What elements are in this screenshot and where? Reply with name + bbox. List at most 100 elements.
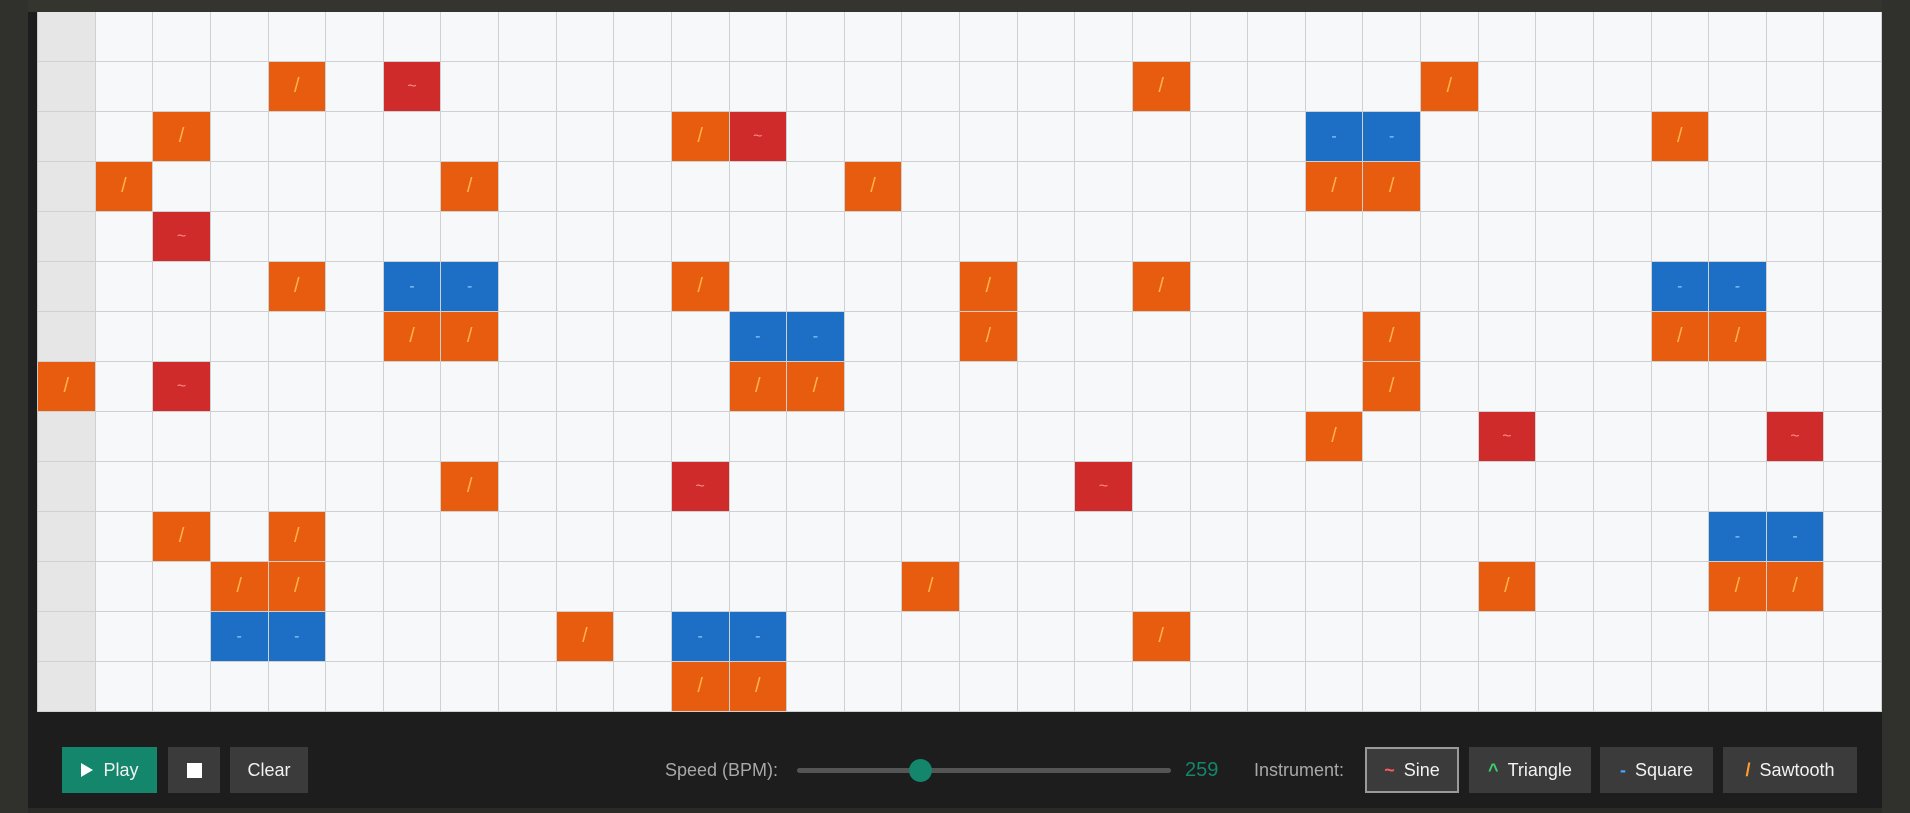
grid-cell[interactable] — [1478, 312, 1537, 362]
grid-cell[interactable] — [1017, 212, 1076, 262]
grid-cell[interactable] — [1190, 262, 1249, 312]
grid-cell[interactable] — [1824, 462, 1882, 512]
grid-cell[interactable] — [1363, 662, 1421, 712]
grid-cell[interactable] — [1709, 362, 1767, 412]
grid-cell[interactable] — [1824, 262, 1882, 312]
grid-cell[interactable] — [1593, 412, 1652, 462]
grid-cell[interactable] — [1536, 612, 1594, 662]
grid-cell[interactable] — [1248, 162, 1306, 212]
grid-cell[interactable] — [960, 562, 1018, 612]
grid-cell[interactable] — [499, 212, 557, 262]
grid-cell[interactable] — [1593, 62, 1652, 112]
note-cell-saw[interactable]: / — [95, 162, 154, 212]
grid-cell[interactable] — [441, 112, 499, 162]
speed-slider[interactable] — [797, 759, 1171, 782]
grid-cell[interactable] — [1305, 512, 1364, 562]
grid-cell[interactable] — [1478, 612, 1537, 662]
grid-cell[interactable] — [1824, 562, 1882, 612]
grid-cell[interactable] — [1651, 412, 1710, 462]
grid-cell[interactable] — [1824, 612, 1882, 662]
grid-cell[interactable] — [95, 312, 154, 362]
grid-cell[interactable] — [383, 662, 442, 712]
grid-cell[interactable] — [499, 112, 557, 162]
note-cell-sine[interactable]: ~ — [671, 462, 730, 512]
grid-cell[interactable] — [1017, 612, 1076, 662]
grid-cell[interactable] — [844, 512, 903, 562]
grid-cell[interactable] — [153, 462, 211, 512]
grid-cell[interactable] — [326, 412, 384, 462]
grid-cell[interactable] — [326, 262, 384, 312]
grid-cell[interactable] — [1593, 112, 1652, 162]
grid-cell[interactable] — [844, 412, 903, 462]
grid-cell[interactable] — [1421, 412, 1479, 462]
grid-cell[interactable] — [960, 162, 1018, 212]
grid-cell[interactable] — [1190, 162, 1249, 212]
grid-cell[interactable] — [38, 612, 96, 662]
grid-cell[interactable] — [1421, 262, 1479, 312]
note-cell-saw[interactable]: / — [383, 312, 442, 362]
grid-cell[interactable] — [1536, 162, 1594, 212]
grid-cell[interactable] — [960, 412, 1018, 462]
note-cell-sine[interactable]: ~ — [729, 112, 788, 162]
grid-cell[interactable] — [556, 62, 615, 112]
grid-cell[interactable] — [1766, 262, 1825, 312]
grid-cell[interactable] — [268, 212, 327, 262]
grid-cell[interactable] — [1132, 412, 1191, 462]
grid-cell[interactable] — [1075, 512, 1133, 562]
grid-cell[interactable] — [1132, 662, 1191, 712]
grid-cell[interactable] — [556, 362, 615, 412]
note-cell-saw[interactable]: / — [268, 262, 327, 312]
note-cell-sine[interactable]: ~ — [1478, 412, 1537, 462]
note-cell-sq[interactable]: - — [1651, 262, 1710, 312]
stop-button[interactable] — [168, 747, 220, 793]
grid-cell[interactable] — [1305, 262, 1364, 312]
grid-cell[interactable] — [499, 612, 557, 662]
grid-cell[interactable] — [326, 162, 384, 212]
grid-cell[interactable] — [1593, 612, 1652, 662]
grid-cell[interactable] — [326, 312, 384, 362]
note-cell-saw[interactable]: / — [210, 562, 269, 612]
grid-cell[interactable] — [1709, 212, 1767, 262]
grid-cell[interactable] — [1421, 612, 1479, 662]
grid-cell[interactable] — [1363, 412, 1421, 462]
grid-cell[interactable] — [1651, 612, 1710, 662]
grid-cell[interactable] — [326, 112, 384, 162]
note-cell-saw[interactable]: / — [1305, 162, 1364, 212]
grid-cell[interactable] — [38, 512, 96, 562]
grid-cell[interactable] — [1709, 612, 1767, 662]
grid-cell[interactable] — [210, 12, 269, 62]
grid-cell[interactable] — [671, 412, 730, 462]
grid-cell[interactable] — [1017, 512, 1076, 562]
grid-cell[interactable] — [1248, 12, 1306, 62]
grid-cell[interactable] — [729, 412, 788, 462]
grid-cell[interactable] — [1132, 212, 1191, 262]
grid-cell[interactable] — [499, 562, 557, 612]
grid-cell[interactable] — [1075, 12, 1133, 62]
note-cell-saw[interactable]: / — [441, 462, 499, 512]
grid-cell[interactable] — [38, 62, 96, 112]
grid-cell[interactable] — [268, 12, 327, 62]
grid-cell[interactable] — [1824, 162, 1882, 212]
grid-cell[interactable] — [1248, 212, 1306, 262]
grid-cell[interactable] — [1305, 562, 1364, 612]
grid-cell[interactable] — [1305, 362, 1364, 412]
grid-cell[interactable] — [1075, 662, 1133, 712]
grid-cell[interactable] — [1766, 212, 1825, 262]
grid-cell[interactable] — [95, 112, 154, 162]
grid-cell[interactable] — [1017, 162, 1076, 212]
grid-cell[interactable] — [1132, 362, 1191, 412]
grid-cell[interactable] — [1017, 12, 1076, 62]
grid-cell[interactable] — [1248, 662, 1306, 712]
grid-cell[interactable] — [556, 12, 615, 62]
note-cell-saw[interactable]: / — [1709, 562, 1767, 612]
grid-cell[interactable] — [1651, 462, 1710, 512]
grid-cell[interactable] — [1190, 312, 1249, 362]
note-cell-sine[interactable]: ~ — [1075, 462, 1133, 512]
grid-cell[interactable] — [153, 412, 211, 462]
grid-cell[interactable] — [499, 362, 557, 412]
grid-cell[interactable] — [499, 312, 557, 362]
grid-cell[interactable] — [1478, 62, 1537, 112]
grid-cell[interactable] — [902, 162, 960, 212]
grid-cell[interactable] — [1248, 512, 1306, 562]
grid-cell[interactable] — [671, 212, 730, 262]
